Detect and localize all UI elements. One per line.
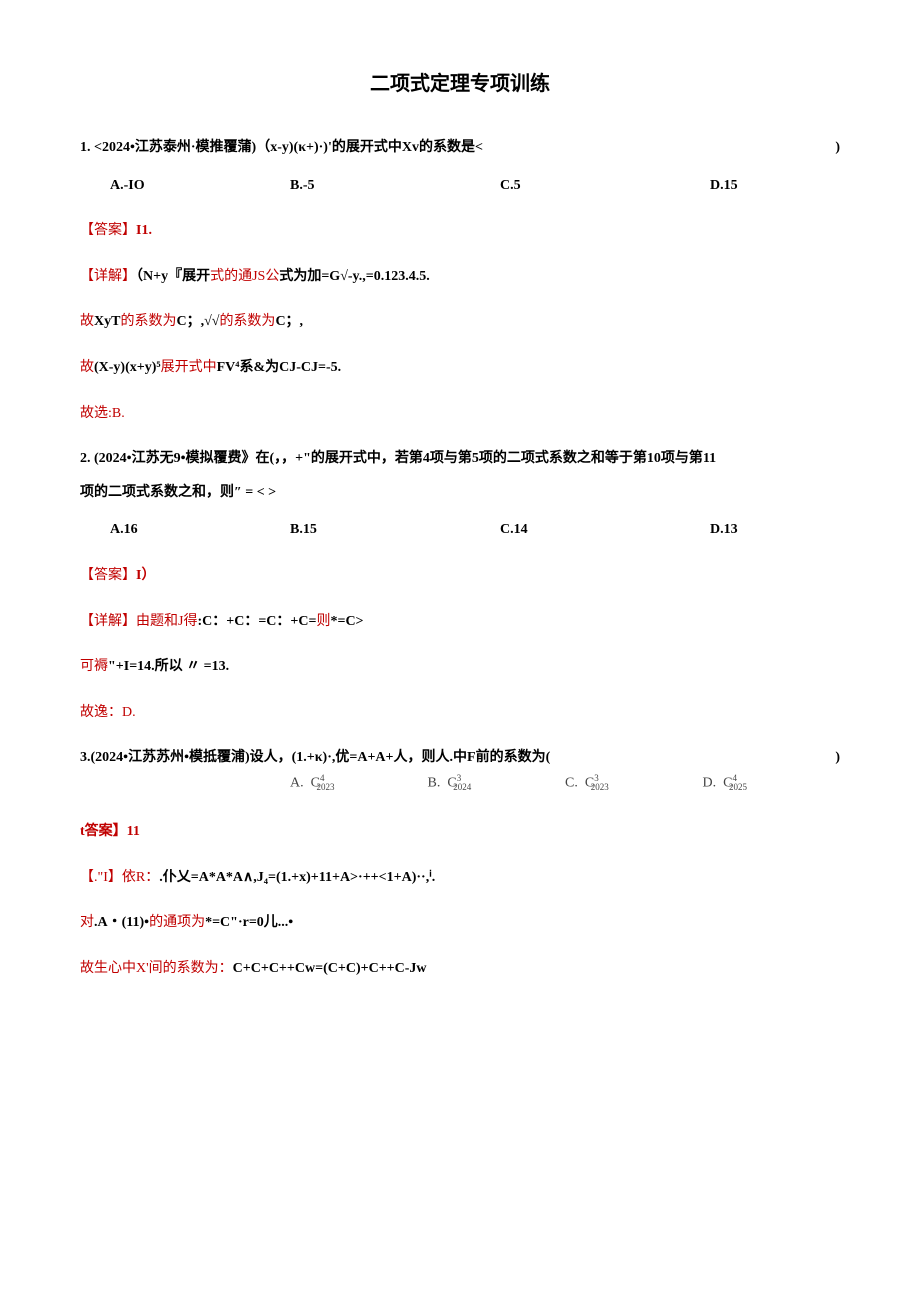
a3-l3-t2: *=C"·r=0儿...• bbox=[205, 915, 293, 930]
q1-body: 1. <2024•江苏泰州·模推覆蒲)（x-y)(κ+)·)'的展开式中Xv的系… bbox=[80, 138, 483, 158]
a3-l3-t1: .A・(11)• bbox=[94, 915, 149, 930]
a1-l3-r3: 的系数为 bbox=[219, 314, 275, 329]
a3-detail-label: 【."I】 bbox=[80, 870, 122, 885]
a2-l3-t1: "+I=14.所以 〃 =13. bbox=[108, 659, 229, 674]
a2-detail-r1: 由题和J得 bbox=[136, 614, 197, 629]
q3-fc-label: C. bbox=[565, 776, 578, 791]
a1-l4-t1: (X-y)(x+y)⁵ bbox=[94, 360, 161, 375]
q3-fa-sub: 2023 bbox=[316, 782, 334, 792]
a3-answer: t答案】11 bbox=[80, 822, 840, 842]
a2-line3: 可褥"+I=14.所以 〃 =13. bbox=[80, 657, 840, 677]
q2-line1: 2. (2024•江苏无9•模拟覆费》在(，，+"的展开式中，若第4项与第5项的… bbox=[80, 449, 840, 469]
a1-ans-val: I1. bbox=[136, 223, 152, 238]
a2-detail-t1: :C：+C：=C：+C= bbox=[197, 614, 316, 629]
a1-l3-t1: XyT bbox=[94, 314, 120, 329]
q2-opt-a: A.16 bbox=[110, 520, 290, 540]
a3-ans-label: t答案】 bbox=[80, 824, 127, 839]
q2-line2: 项的二项式系数之和，则″ = < > bbox=[80, 483, 840, 503]
a1-ans-label: 【答案】 bbox=[80, 223, 136, 238]
a1-l3-r1: 故 bbox=[80, 314, 94, 329]
a2-detail-t2: *=C> bbox=[330, 614, 363, 629]
q1-opt-d: D.15 bbox=[710, 176, 840, 196]
q3-fopt-b: B. C32024 bbox=[428, 772, 566, 794]
a3-detail-t1: .仆乂=A*A*A∧,J₄=(1.+x)+11+A>·++<1+A)··,ⁱ. bbox=[159, 870, 435, 885]
q3-l1b: ) bbox=[835, 748, 840, 768]
a1-l3-r2: 的系数为 bbox=[120, 314, 176, 329]
q3-line1: 3.(2024•江苏苏州•模抵覆浦)设人，(1.+κ)·,优=A+A+人，则人.… bbox=[80, 748, 840, 768]
a2-ans-val: I） bbox=[136, 568, 155, 583]
q1-paren: ) bbox=[835, 138, 840, 158]
a3-detail: 【."I】依R：.仆乂=A*A*A∧,J₄=(1.+x)+11+A>·++<1+… bbox=[80, 868, 840, 888]
a1-detail: 【详解】（N+y『展开式的通JS公式为加=G√-y.,=0.123.4.5. bbox=[80, 267, 840, 287]
q3-fb-label: B. bbox=[428, 776, 441, 791]
q3-fopt-a: A. C42023 bbox=[290, 772, 428, 794]
q1-options: A.-IO B.-5 C.5 D.15 bbox=[80, 176, 840, 196]
q3-fc-sub: 2023 bbox=[591, 782, 609, 792]
q1-opt-a: A.-IO bbox=[110, 176, 290, 196]
a3-line3: 对.A・(11)•的通项为*=C"·r=0儿...• bbox=[80, 913, 840, 933]
q3-fopt-c: C. C32023 bbox=[565, 772, 703, 794]
a1-l4-r2: 展开式中 bbox=[161, 360, 217, 375]
page-title: 二项式定理专项训练 bbox=[80, 70, 840, 98]
q1-opt-c: C.5 bbox=[500, 176, 710, 196]
a1-answer: 【答案】I1. bbox=[80, 221, 840, 241]
a1-line3: 故XyT的系数为C；,√√的系数为C；, bbox=[80, 312, 840, 332]
q2-opt-d: D.13 bbox=[710, 520, 840, 540]
q3-fa-label: A. bbox=[290, 776, 304, 791]
q3-formula-options: A. C42023 B. C32024 C. C32023 D. C42025 bbox=[80, 772, 840, 794]
a3-l4-r2: 间的系数为： bbox=[149, 961, 233, 976]
a2-detail-label: 【详解】 bbox=[80, 614, 136, 629]
a1-detail-t2: 式为加=G√-y.,=0.123.4.5. bbox=[279, 269, 429, 284]
q3-fb-sub: 2024 bbox=[453, 782, 471, 792]
q1-opt-b: B.-5 bbox=[290, 176, 500, 196]
a2-answer: 【答案】I） bbox=[80, 566, 840, 586]
a3-line4: 故生心中X'间的系数为：C+C+C++Cw=(C+C)+C++C-Jw bbox=[80, 959, 840, 979]
a3-ans-val: 11 bbox=[127, 824, 140, 839]
q1-text: 1. <2024•江苏泰州·模推覆蒲)（x-y)(κ+)·)'的展开式中Xv的系… bbox=[80, 138, 840, 158]
a1-detail-t1: （N+y『展开 bbox=[136, 269, 210, 284]
a1-detail-r1: 式的通JS公 bbox=[210, 269, 279, 284]
a1-line4: 故(X-y)(x+y)⁵展开式中FV⁴系&为CJ-CJ=-5. bbox=[80, 358, 840, 378]
q2-opt-b: B.15 bbox=[290, 520, 500, 540]
a2-detail: 【详解】由题和J得:C：+C：=C：+C=则*=C> bbox=[80, 612, 840, 632]
q3-fd-label: D. bbox=[703, 776, 717, 791]
a2-detail-r2: 则 bbox=[316, 614, 330, 629]
a3-l4-t1: C+C+C++Cw=(C+C)+C++C-Jw bbox=[233, 961, 427, 976]
a3-l3-r1: 对 bbox=[80, 915, 94, 930]
a1-l4-t2: FV⁴系&为CJ-CJ=-5. bbox=[217, 360, 342, 375]
a2-ans-label: 【答案】 bbox=[80, 568, 136, 583]
a2-line4: 故逸：D. bbox=[80, 703, 840, 723]
a1-l3-t2: C；,√√ bbox=[176, 314, 219, 329]
q3-fd-sub: 2025 bbox=[729, 782, 747, 792]
q2-opt-c: C.14 bbox=[500, 520, 710, 540]
q2-options: A.16 B.15 C.14 D.13 bbox=[80, 520, 840, 540]
a3-detail-r1: 依R： bbox=[122, 870, 159, 885]
a1-l4-r1: 故 bbox=[80, 360, 94, 375]
a1-detail-label: 【详解】 bbox=[80, 269, 136, 284]
a1-line5: 故选:B. bbox=[80, 404, 840, 424]
a1-l3-t3: C；, bbox=[275, 314, 303, 329]
q3-fopt-d: D. C42025 bbox=[703, 772, 841, 794]
a3-l4-r1: 故生心中X' bbox=[80, 961, 149, 976]
a3-l3-r2: 的通项为 bbox=[149, 915, 205, 930]
a2-l3-r1: 可褥 bbox=[80, 659, 108, 674]
q3-l1a: 3.(2024•江苏苏州•模抵覆浦)设人，(1.+κ)·,优=A+A+人，则人.… bbox=[80, 748, 550, 768]
